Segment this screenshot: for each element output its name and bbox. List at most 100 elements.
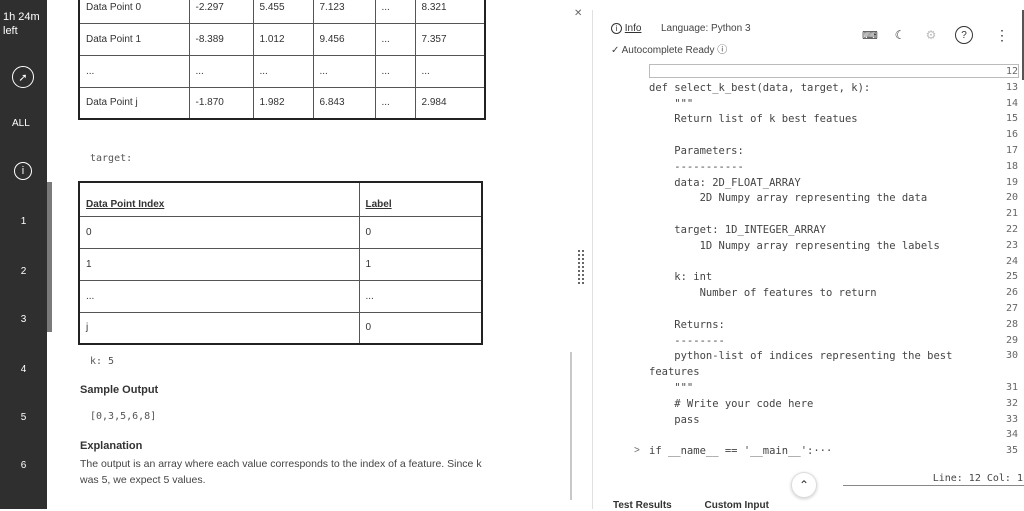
code-line[interactable]: """ xyxy=(649,98,693,110)
label-table: Data Point Index Label 0 0 1 1 ... ... j… xyxy=(78,181,483,345)
line-number: 31 xyxy=(1005,382,1018,393)
compass-icon[interactable]: ➚ xyxy=(12,66,34,88)
code-line[interactable]: Number of features to return xyxy=(649,287,877,299)
keyboard-icon[interactable]: ⌨ xyxy=(859,24,881,46)
target-label: target: xyxy=(90,153,133,164)
data-table: Data Point 0 -2.297 5.455 7.123 ... 8.32… xyxy=(78,0,486,120)
info-link[interactable]: i Info xyxy=(611,23,641,34)
sample-output-value: [0,3,5,6,8] xyxy=(90,411,157,422)
code-line[interactable]: Return list of k best featues xyxy=(649,113,857,125)
explanation-heading: Explanation xyxy=(80,440,143,452)
sidebar-item-question-2[interactable]: 2 xyxy=(0,266,47,277)
line-number: 12 xyxy=(1005,66,1018,77)
line-number: 18 xyxy=(1005,160,1018,172)
code-line[interactable]: k: int xyxy=(649,271,712,283)
sidebar-item-question-6[interactable]: 6 xyxy=(0,460,47,471)
line-number: 26 xyxy=(1005,287,1018,299)
info-label: Info xyxy=(624,23,642,34)
table-cell: 1 xyxy=(78,247,360,281)
time-remaining-suffix: left xyxy=(3,25,18,37)
code-line[interactable]: target: 1D_INTEGER_ARRAY xyxy=(649,224,826,236)
info-icon[interactable]: i xyxy=(14,162,32,180)
table-cell: ... xyxy=(188,54,254,88)
table-row: j 0 xyxy=(78,311,483,345)
explanation-line: was 5, we expect 5 values. xyxy=(80,474,206,486)
tab-test-results[interactable]: Test Results xyxy=(613,500,672,511)
line-number: 23 xyxy=(1005,239,1018,251)
code-line[interactable]: Parameters: xyxy=(649,145,744,157)
k-value: k: 5 xyxy=(90,356,115,367)
code-line[interactable]: Returns: xyxy=(649,319,725,331)
table-cell: ... xyxy=(252,54,314,88)
code-line[interactable]: python-list of indices representing the … xyxy=(649,350,952,362)
line-number: 16 xyxy=(1005,129,1018,141)
code-line[interactable]: pass xyxy=(649,414,699,426)
table-cell: ... xyxy=(358,279,483,313)
info-small-icon: ⓘ xyxy=(717,45,728,56)
line-number: 21 xyxy=(1005,208,1018,220)
fold-chevron-icon[interactable]: > xyxy=(634,445,640,456)
sidebar-item-question-4[interactable]: 4 xyxy=(0,364,47,375)
table-cell: ... xyxy=(78,54,190,88)
scroll-up-button[interactable]: ⌃ xyxy=(791,472,817,498)
pane-resize-handle[interactable] xyxy=(578,250,584,284)
theme-toggle-icon[interactable]: ☾ xyxy=(889,24,911,46)
more-options-icon[interactable]: ⋮ xyxy=(991,24,1013,46)
line-number: 19 xyxy=(1005,176,1018,188)
sidebar-item-question-1[interactable]: 1 xyxy=(0,216,47,227)
code-line[interactable]: -------- xyxy=(649,335,725,347)
table-cell: 7.123 xyxy=(312,0,376,24)
tab-custom-input[interactable]: Custom Input xyxy=(705,500,769,511)
code-line[interactable]: if __name__ == '__main__':··· xyxy=(649,445,832,457)
table-cell: 8.321 xyxy=(414,0,486,24)
code-line[interactable]: data: 2D_FLOAT_ARRAY xyxy=(649,177,800,189)
code-line[interactable]: features xyxy=(649,366,700,378)
table-cell: 2.984 xyxy=(414,86,486,120)
table-cell: 0 xyxy=(358,311,483,345)
table-cell: ... xyxy=(374,54,416,88)
time-remaining: 1h 24m left xyxy=(3,10,47,38)
help-icon[interactable]: ? xyxy=(955,26,973,44)
table-row: Data Point 1 -8.389 1.012 9.456 ... 7.35… xyxy=(78,22,486,56)
table-row: ... ... ... ... ... ... xyxy=(78,54,486,88)
line-number: 24 xyxy=(1005,255,1018,267)
code-line[interactable]: def select_k_best(data, target, k): xyxy=(649,82,870,94)
sidebar: 1h 24m left ➚ ALL i 1 2 3 4 5 6 xyxy=(0,0,47,509)
code-line[interactable]: ----------- xyxy=(649,161,744,173)
settings-icon[interactable]: ⚙ xyxy=(920,24,942,46)
code-line[interactable]: """ xyxy=(649,382,693,394)
column-header-index: Data Point Index xyxy=(78,181,360,217)
sidebar-item-question-3[interactable]: 3 xyxy=(0,314,47,325)
table-cell: j xyxy=(78,311,360,345)
code-line[interactable]: 2D Numpy array representing the data xyxy=(649,192,928,204)
autocomplete-status[interactable]: ✓ Autocomplete Ready ⓘ xyxy=(611,41,727,56)
table-cell: 1 xyxy=(358,247,483,281)
table-cell: ... xyxy=(374,86,416,120)
line-number: 20 xyxy=(1005,192,1018,204)
close-icon[interactable]: ✕ xyxy=(574,8,582,19)
check-icon: ✓ xyxy=(611,45,620,56)
table-cell: -2.297 xyxy=(188,0,254,24)
table-cell: 9.456 xyxy=(312,22,376,56)
table-cell: Data Point 1 xyxy=(78,22,190,56)
table-cell: 0 xyxy=(78,215,360,249)
line-number: 25 xyxy=(1005,271,1018,283)
table-row: Data Point 0 -2.297 5.455 7.123 ... 8.32… xyxy=(78,0,486,24)
problem-pane: Data Point 0 -2.297 5.455 7.123 ... 8.32… xyxy=(52,0,572,509)
table-cell: 0 xyxy=(358,215,483,249)
table-cell: ... xyxy=(414,54,486,88)
line-number: 32 xyxy=(1005,397,1018,409)
table-cell: 1.982 xyxy=(252,86,314,120)
code-line[interactable]: # Write your code here xyxy=(649,398,813,410)
line-number: 13 xyxy=(1005,81,1018,93)
code-line[interactable]: 1D Numpy array representing the labels xyxy=(649,240,940,252)
table-row: ... ... xyxy=(78,279,483,313)
line-number: 14 xyxy=(1005,97,1018,109)
sidebar-item-question-5[interactable]: 5 xyxy=(0,412,47,423)
sidebar-item-all[interactable]: ALL xyxy=(12,118,30,129)
bottom-tabs: Test Results Custom Input xyxy=(613,500,799,511)
problem-scrollbar[interactable] xyxy=(570,352,572,500)
table-row: Data Point j -1.870 1.982 6.843 ... 2.98… xyxy=(78,86,486,120)
column-header-label: Label xyxy=(358,181,483,217)
language-selector[interactable]: Language: Python 3 xyxy=(661,23,751,34)
